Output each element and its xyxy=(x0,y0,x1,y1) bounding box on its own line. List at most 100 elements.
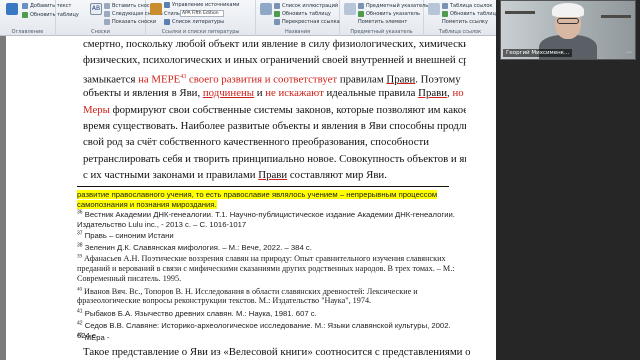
text-run: не искажают xyxy=(265,87,324,100)
group-label-index: Предметный указатель xyxy=(350,29,413,35)
update-table-2-button[interactable]: Обновить таблицу xyxy=(274,11,331,17)
document-page[interactable]: смертно, поскольку любой объект или явле… xyxy=(6,36,496,360)
shelf-decoration xyxy=(601,15,631,18)
ribbon-group-captions: Список иллюстраций Обновить таблицу Пере… xyxy=(256,0,340,36)
footnote-36[interactable]: 36 Вестник Академии ДНК-генеалогии. Т.1.… xyxy=(77,210,457,229)
text-run: замыкается xyxy=(83,73,139,86)
text-run: объекты и явления в Яви, xyxy=(83,87,203,100)
highlighted-text-1: развитие православного учения, то есть п… xyxy=(77,190,438,199)
footnote-37[interactable]: 37 Правь – синоним Истани xyxy=(77,231,457,241)
refresh-icon-3 xyxy=(358,11,364,17)
refresh-icon-4 xyxy=(442,11,448,17)
text-run: но за счёт xyxy=(452,87,466,100)
group-label-citations: Ссылки и списки литературы xyxy=(161,29,240,35)
footnote-text: Иванов Вяч. Вс., Топоров В. Н. Исследова… xyxy=(82,286,418,296)
bibliography-label: Список литературы xyxy=(172,19,225,25)
insert-caption-icon[interactable] xyxy=(260,3,272,15)
body-paragraph[interactable]: смертно, поскольку любой объект или явле… xyxy=(83,36,466,184)
manage-sources-label: Управление источниками xyxy=(172,2,240,8)
body-line: ретранслировать себя и творить принципиа… xyxy=(83,151,466,167)
insert-toa-button[interactable]: Таблица ссылок xyxy=(442,3,492,9)
footnote-text: Правь – синоним Истани xyxy=(82,231,174,241)
participant-hair xyxy=(552,3,584,17)
footnote-38[interactable]: 38 Зеленин Д.К. Славянская мифология. – … xyxy=(77,243,457,253)
table-figures-icon xyxy=(274,3,280,9)
show-notes-icon xyxy=(104,19,110,25)
footnote-text: Зеленин Д.К. Славянская мифология. – М.:… xyxy=(82,242,312,252)
mark-citation-button[interactable]: Пометить ссылку xyxy=(442,19,488,25)
update-index-button[interactable]: Обновить указатель xyxy=(358,11,420,17)
mark-entry-button[interactable]: Пометить элемент xyxy=(358,19,407,25)
insert-index-button[interactable]: Предметный указатель xyxy=(358,3,428,9)
text-run: подчинены xyxy=(202,87,255,100)
footnote-43[interactable]: 43 МЕра - xyxy=(77,333,457,343)
text-run: Меры xyxy=(83,103,110,116)
refresh-icon-2 xyxy=(274,11,280,17)
footnote-41[interactable]: 41 Рыбаков Б.А. Язычество древних славян… xyxy=(77,309,457,319)
cross-reference-label: Перекрестная ссылка xyxy=(282,19,340,25)
group-label-toa: Таблица ссылок xyxy=(438,29,482,35)
footnote-text-continued: фразеологические вопросы реконструкции т… xyxy=(77,296,372,306)
insert-table-figures-button[interactable]: Список иллюстраций xyxy=(274,3,338,9)
footnote-text: Афанасьев А.Н. Поэтические воззрения сла… xyxy=(82,254,446,264)
style-selector: Стиль: xyxy=(164,11,181,17)
body-line: смертно, поскольку любой объект или явле… xyxy=(83,36,466,52)
manage-sources-icon xyxy=(164,2,170,8)
bibliography-button[interactable]: Список литературы xyxy=(164,19,224,25)
insert-footnote-icon[interactable]: AB xyxy=(90,3,102,15)
cross-reference-icon xyxy=(274,19,280,25)
footnote-40[interactable]: 40 Иванов Вяч. Вс., Топоров В. Н. Исслед… xyxy=(77,287,457,306)
group-label-footnotes: Сноски xyxy=(91,29,110,35)
footnote-39[interactable]: 39 Афанасьев А.Н. Поэтические воззрения … xyxy=(77,254,457,283)
manage-sources-button[interactable]: Управление источниками xyxy=(164,2,240,8)
footnote-highlighted-continuation[interactable]: развитие православного учения, то есть п… xyxy=(77,190,457,209)
toa-icon xyxy=(442,3,448,9)
text-run: с их частными законами и правилами xyxy=(83,169,259,182)
footnote-text: МЕра - xyxy=(82,332,110,342)
insert-citation-icon[interactable] xyxy=(150,3,162,15)
ribbon-group-citations: Управление источниками Стиль: APA Fifth … xyxy=(146,0,256,36)
text-run: Прави xyxy=(418,87,448,100)
table-figures-label: Список иллюстраций xyxy=(282,3,339,9)
text-run: идеальные правила xyxy=(323,87,419,100)
text-run: своего развития и соответствует xyxy=(186,73,338,86)
text-run: ретранслировать себя и творить принципиа… xyxy=(83,152,466,165)
text-run: Прави xyxy=(258,169,288,182)
body-line: с их частными законами и правилами Прави… xyxy=(83,167,466,183)
update-toa-button[interactable]: Обновить таблицу xyxy=(442,11,499,17)
text-run: смертно, поскольку любой объект или явле… xyxy=(83,38,466,50)
text-run: свой род за счёт собственного качественн… xyxy=(83,136,430,149)
mark-citation-icon[interactable] xyxy=(428,3,440,15)
footnote-text-continued: преданий и верований в связи с мифически… xyxy=(77,263,455,273)
ribbon-group-toc: Добавить текст Обновить таблицу Оглавлен… xyxy=(0,0,79,36)
text-run: формируют свои собственные системы закон… xyxy=(109,103,466,116)
style-combo[interactable]: APA Fifth Edition xyxy=(180,10,224,17)
participant-name: Георгий Михсименк... xyxy=(503,49,573,57)
mark-entry-icon[interactable] xyxy=(344,3,356,15)
table-of-contents-icon[interactable] xyxy=(6,3,18,15)
bibliography-icon xyxy=(164,19,170,25)
insert-toa-label: Таблица ссылок xyxy=(450,3,493,9)
cross-reference-button[interactable]: Перекрестная ссылка xyxy=(274,19,340,25)
text-run: . Поэтому xyxy=(415,73,461,86)
ribbon-group-index: Предметный указатель Обновить указатель … xyxy=(340,0,428,36)
body-line: объекты и явления в Яви, подчинены и не … xyxy=(83,85,466,101)
group-label-captions: Названия xyxy=(284,29,311,35)
next-paragraph[interactable]: Такое представление о Яви из «Велесовой … xyxy=(83,346,471,358)
index-icon xyxy=(358,3,364,9)
refresh-icon xyxy=(22,12,28,18)
text-run: правилам xyxy=(337,73,387,86)
footnote-text-continued: Издательство Lulu inc., - 2013 с. – С. 1… xyxy=(77,219,247,229)
ribbon-group-toa: Таблица ссылок Обновить таблицу Пометить… xyxy=(424,0,499,36)
mark-citation-label: Пометить ссылку xyxy=(442,19,488,25)
more-options-icon[interactable]: ⋯ xyxy=(626,49,632,56)
text-run: на МЕРЕ xyxy=(138,73,181,86)
endnote-icon xyxy=(104,3,110,9)
mark-entry-label: Пометить элемент xyxy=(358,19,408,25)
participant-video-tile[interactable]: Георгий Михсименк... ⋯ xyxy=(500,0,636,60)
text-run: Прави xyxy=(386,73,416,86)
add-text-icon xyxy=(22,3,28,9)
text-run: физических, психологических и иных огран… xyxy=(83,54,466,67)
update-table-2-label: Обновить таблицу xyxy=(282,11,331,17)
ribbon-toolbar: Добавить текст Обновить таблицу Оглавлен… xyxy=(0,0,499,36)
